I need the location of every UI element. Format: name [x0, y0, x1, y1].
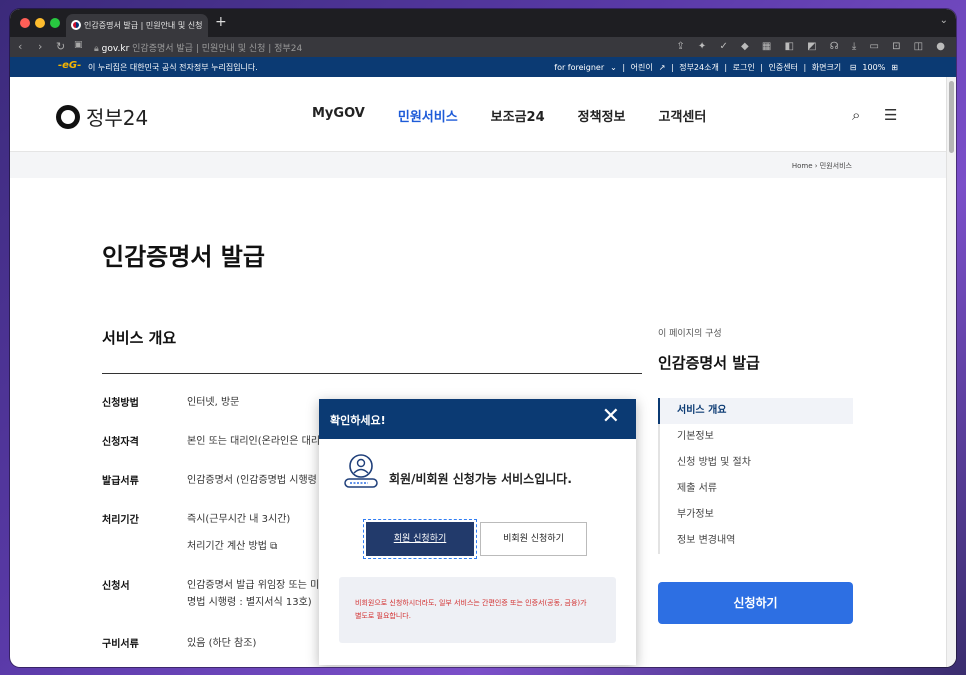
- notice-line: 비회원으로 신청하시더라도, 일부 서비스는 간편인증 또는 인증서(공동, 금…: [355, 599, 587, 607]
- dialog-header: 확인하세요! ✕: [319, 399, 636, 439]
- zoom-out-button[interactable]: ⊟: [850, 63, 857, 72]
- reader-icon[interactable]: ▣: [74, 40, 83, 50]
- site-header: 정부24 MyGOV 민원서비스 보조금24 정책정보 고객센터 ⌕ ☰: [10, 77, 956, 152]
- gov-official-banner: -eG- 이 누리집은 대한민국 공식 전자정부 누리집입니다. for for…: [10, 57, 956, 77]
- zoom-in-button[interactable]: ⊞: [891, 63, 898, 72]
- tab-list-chevron-icon[interactable]: ⌄: [940, 15, 948, 26]
- zoom-label: 화면크기: [811, 63, 842, 72]
- row-key: 구비서류: [102, 639, 139, 650]
- tab-title: 인감증명서 발급 | 민원안내 및 신청: [84, 21, 203, 30]
- toc-label: 이 페이지의 구성: [658, 329, 722, 339]
- row-key: 신청방법: [102, 398, 139, 409]
- gov24-logo[interactable]: 정부24: [56, 102, 148, 131]
- breadcrumb-current[interactable]: 민원서비스: [820, 162, 852, 170]
- url-domain: gov.kr: [101, 44, 130, 54]
- dialog-message: 회원/비회원 신청가능 서비스입니다.: [389, 472, 572, 486]
- main-nav: MyGOV 민원서비스 보조금24 정책정보 고객센터: [312, 106, 706, 125]
- dialog-notice: 비회원으로 신청하시더라도, 일부 서비스는 간편인증 또는 인증서(공동, 금…: [339, 577, 616, 643]
- external-link-icon: ↗: [658, 63, 666, 72]
- tab-bar: 인감증명서 발급 | 민원안내 및 신청 + ⌄: [10, 9, 956, 37]
- nav-policy-info[interactable]: 정책정보: [578, 106, 626, 125]
- minimize-window-button[interactable]: [35, 18, 45, 28]
- member-apply-button[interactable]: 회원 신청하기: [363, 519, 477, 559]
- page-scrollbar[interactable]: [946, 77, 956, 667]
- toc-title: 인감증명서 발급: [658, 354, 760, 372]
- kids-link[interactable]: 어린이: [631, 63, 653, 72]
- search-icon[interactable]: ⌕: [852, 106, 860, 124]
- url-path: 인감증명서 발급 | 민원안내 및 신청 | 정부24: [129, 44, 303, 54]
- new-tab-button[interactable]: +: [215, 14, 227, 30]
- gov-notice[interactable]: 이 누리집은 대한민국 공식 전자정부 누리집입니다.: [88, 62, 258, 73]
- chevron-right-icon: ›: [814, 162, 818, 170]
- nav-mygov[interactable]: MyGOV: [312, 106, 365, 125]
- section-title: 서비스 개요: [102, 329, 177, 347]
- nav-subsidy24[interactable]: 보조금24: [491, 106, 545, 125]
- section-divider: [102, 373, 642, 374]
- toc-item-overview[interactable]: 서비스 개요: [658, 398, 853, 424]
- egov-logo-icon: -eG-: [58, 60, 82, 71]
- breadcrumb-home[interactable]: Home: [792, 162, 813, 170]
- row-key: 발급서류: [102, 476, 139, 487]
- close-window-button[interactable]: [20, 18, 30, 28]
- toc-item-change-history[interactable]: 정보 변경내역: [658, 528, 853, 554]
- maximize-window-button[interactable]: [50, 18, 60, 28]
- user-id-card-icon: [344, 454, 378, 488]
- scrollbar-thumb[interactable]: [949, 81, 954, 153]
- login-link[interactable]: 로그인: [733, 63, 755, 72]
- nav-customer-center[interactable]: 고객센터: [659, 106, 707, 125]
- lock-icon: 🔒︎: [94, 44, 102, 54]
- close-icon[interactable]: ✕: [602, 406, 620, 428]
- chevron-down-icon: ⌄: [610, 63, 617, 72]
- copy-icon: ⧉: [270, 541, 278, 552]
- row-key: 신청자격: [102, 437, 139, 448]
- gov-favicon-icon: [71, 20, 81, 30]
- taegeuk-logo-icon: [56, 104, 80, 129]
- confirm-dialog: 확인하세요! ✕ 회원/비회원 신청가능 서비스입니다. 회원 신청하기 비회원…: [319, 399, 636, 665]
- utility-links: for foreigner ⌄ | 어린이 ↗ | 정부24소개 | 로그인 | 인…: [554, 63, 898, 72]
- page-toc: 서비스 개요 기본정보 신청 방법 및 절차 제출 서류 부가정보 정보 변경내…: [658, 398, 853, 554]
- browser-tab[interactable]: 인감증명서 발급 | 민원안내 및 신청: [66, 14, 208, 37]
- reload-icon[interactable]: ↻: [56, 40, 65, 53]
- page-title: 인감증명서 발급: [102, 243, 265, 271]
- cert-center-link[interactable]: 인증센터: [768, 63, 797, 72]
- breadcrumb: Home › 민원서비스: [10, 152, 956, 178]
- browser-window: 인감증명서 발급 | 민원안내 및 신청 + ⌄ ‹ › ↻ ▣ 🔒︎ gov.…: [10, 9, 956, 667]
- row-key: 신청서: [102, 581, 130, 592]
- toc-item-procedure[interactable]: 신청 방법 및 절차: [658, 450, 853, 476]
- toc-item-basic-info[interactable]: 기본정보: [658, 424, 853, 450]
- url-field[interactable]: 🔒︎ gov.kr 인감증명서 발급 | 민원안내 및 신청 | 정부24: [94, 41, 302, 54]
- menu-icon[interactable]: ☰: [884, 106, 897, 124]
- address-bar: ‹ › ↻ ▣ 🔒︎ gov.kr 인감증명서 발급 | 민원안내 및 신청 |…: [10, 37, 956, 57]
- about-link[interactable]: 정부24소개: [679, 63, 719, 72]
- nav-civil-service[interactable]: 민원서비스: [398, 106, 458, 125]
- back-arrow-icon[interactable]: ‹: [18, 40, 22, 53]
- apply-button[interactable]: 신청하기: [658, 582, 853, 624]
- logo-text: 정부24: [86, 106, 149, 130]
- processing-period-label: 처리기간 계산 방법: [187, 541, 267, 552]
- main-content: 인감증명서 발급 서비스 개요 신청방법 인터넷, 방문 신청자격 본인 또는 …: [10, 178, 956, 667]
- dialog-title: 확인하세요!: [330, 414, 386, 427]
- toc-item-extra-info[interactable]: 부가정보: [658, 502, 853, 528]
- guest-apply-button[interactable]: 비회원 신청하기: [480, 522, 587, 556]
- extensions-toolbar[interactable]: ⇪ ✦ ✓ ◆ ▦ ◧ ◩ ☊ ⤓ ▭ ⊡ ◫ ●: [676, 41, 950, 52]
- zoom-value: 100%: [862, 63, 886, 72]
- forward-arrow-icon[interactable]: ›: [38, 40, 42, 53]
- row-key: 처리기간: [102, 515, 139, 526]
- foreigner-link[interactable]: for foreigner: [554, 63, 604, 72]
- notice-line: 별도로 필요합니다.: [355, 612, 411, 620]
- toc-item-documents[interactable]: 제출 서류: [658, 476, 853, 502]
